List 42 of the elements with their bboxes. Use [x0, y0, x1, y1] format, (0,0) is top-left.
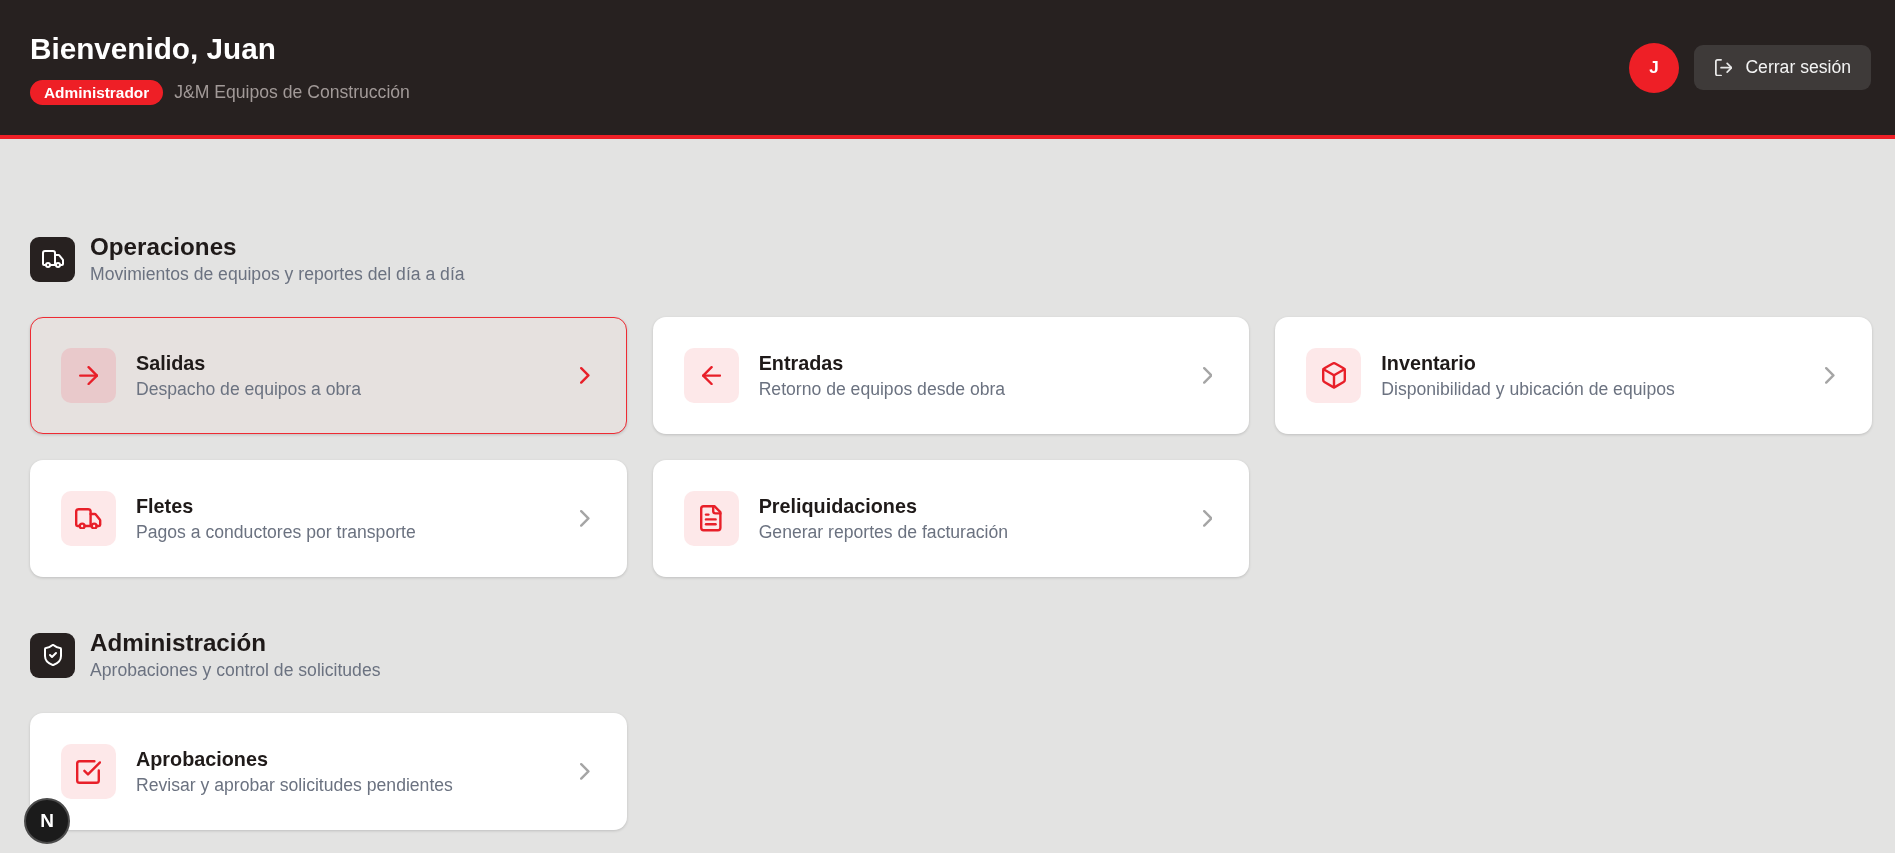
chevron-right-icon: [580, 763, 590, 780]
role-badge: Administrador: [30, 79, 164, 105]
section-title: Operaciones: [90, 232, 238, 262]
section-title: Administración: [90, 628, 268, 658]
section-subtitle: Aprobaciones y control de solicitudes: [90, 659, 381, 682]
chevron-right-icon: [1825, 367, 1835, 384]
card-title: Fletes: [136, 493, 195, 518]
box-icon: [1306, 348, 1362, 403]
card-description: Retorno de equipos desde obra: [758, 377, 1007, 401]
card-description: Disponibilidad y ubicación de equipos: [1381, 377, 1676, 401]
logout-button[interactable]: Cerrar sesión: [1694, 45, 1871, 90]
welcome-title: Bienvenido, Juan: [30, 30, 276, 67]
shield-check-icon: [30, 632, 75, 678]
module-card[interactable]: Fletes Pagos a conductores por transporte: [30, 460, 627, 577]
truck-icon: [61, 491, 116, 546]
company-name: J&M Equipos de Construcción: [174, 81, 410, 103]
card-description: Despacho de equipos a obra: [136, 377, 362, 401]
card-title: Inventario: [1381, 350, 1477, 375]
chevron-right-icon: [580, 510, 590, 527]
document-icon: [683, 491, 739, 546]
arrow-right-icon: [61, 348, 116, 403]
chevron-right-icon: [580, 367, 590, 384]
card-description: Revisar y aprobar solicitudes pendientes: [136, 773, 454, 797]
card-description: Pagos a conductores por transporte: [136, 520, 417, 544]
user-avatar: J: [1629, 42, 1679, 93]
card-description: Generar reportes de facturación: [758, 520, 1010, 544]
section-subtitle: Movimientos de equipos y reportes del día a día: [90, 263, 465, 286]
card-title: Entradas: [758, 350, 845, 375]
module-card[interactable]: Salidas Despacho de equipos a obra: [30, 317, 627, 434]
dev-tools-button[interactable]: N: [24, 798, 70, 844]
arrow-left-icon: [683, 348, 739, 403]
chevron-right-icon: [1202, 510, 1213, 527]
module-card[interactable]: Preliquidaciones Generar reportes de facturación: [652, 460, 1250, 577]
card-title: Salidas: [136, 350, 207, 375]
chevron-right-icon: [1202, 367, 1213, 384]
truck-icon: [30, 236, 75, 282]
module-card[interactable]: Inventario Disponibilidad y ubicación de equipos: [1275, 317, 1872, 434]
logout-icon: [1715, 58, 1733, 77]
card-title: Aprobaciones: [136, 746, 269, 771]
card-title: Preliquidaciones: [758, 493, 918, 518]
check-square-icon: [61, 744, 116, 799]
module-card[interactable]: Entradas Retorno de equipos desde obra: [652, 317, 1250, 434]
